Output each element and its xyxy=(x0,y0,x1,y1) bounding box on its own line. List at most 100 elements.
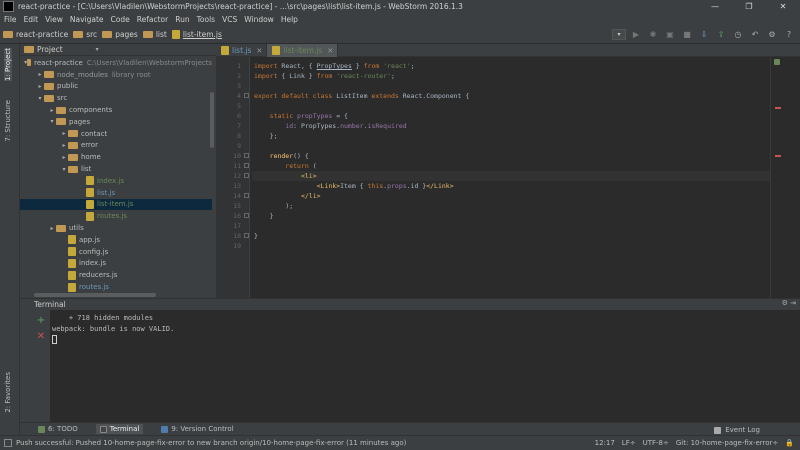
maximize-button[interactable]: ❐ xyxy=(732,0,766,13)
tree-folder-item[interactable]: ▾ pages xyxy=(20,116,212,128)
chevron-right-icon[interactable]: ▸ xyxy=(36,71,44,78)
menu-edit[interactable]: Edit xyxy=(24,15,39,24)
vcs-commit-icon[interactable]: ⇧ xyxy=(714,28,728,41)
editor-gutter[interactable]: 1 2 3 4 5 6 7 8 9 10 11 12 13 14 15 16 17 18 19 xyxy=(216,57,250,298)
tree-folder-item[interactable]: ▸ utils xyxy=(20,222,212,234)
menu-view[interactable]: View xyxy=(45,15,63,24)
status-toggle-icon[interactable] xyxy=(4,439,12,447)
fold-marker-icon[interactable] xyxy=(244,93,249,98)
tree-folder-item[interactable]: ▸ error xyxy=(20,140,212,152)
vcs-update-icon[interactable]: ⇩ xyxy=(697,28,711,41)
tree-file-item[interactable]: reducers.js xyxy=(20,269,212,281)
chevron-right-icon[interactable]: ▸ xyxy=(60,142,68,149)
fold-marker-icon[interactable] xyxy=(244,193,249,198)
vcs-revert-icon[interactable]: ↶ xyxy=(748,28,762,41)
fold-marker-icon[interactable] xyxy=(244,163,249,168)
tree-file-item[interactable]: routes.js xyxy=(20,281,212,293)
favorites-tool-tab[interactable]: 2: Favorites xyxy=(4,372,12,413)
project-panel-title[interactable]: Project xyxy=(37,45,63,54)
tree-folder-item[interactable]: ▾ react-practice C:\Users\Vladilen\Webstor… xyxy=(20,57,212,69)
chevron-down-icon[interactable]: ▾ xyxy=(60,166,68,173)
chevron-down-icon[interactable]: ▾ xyxy=(96,46,99,53)
tree-file-item[interactable]: app.js xyxy=(20,234,212,246)
run-icon[interactable]: ▶ xyxy=(629,28,643,41)
tree-folder-item[interactable]: ▾ src xyxy=(20,92,212,104)
menu-tools[interactable]: Tools xyxy=(197,15,215,24)
tab-terminal[interactable]: Terminal xyxy=(95,424,144,434)
vertical-scrollbar[interactable] xyxy=(210,92,214,148)
change-marker[interactable] xyxy=(775,155,781,157)
close-icon[interactable]: ✕ xyxy=(256,47,262,55)
tree-folder-item[interactable]: ▾ list xyxy=(20,163,212,175)
chevron-down-icon[interactable]: ▾ xyxy=(48,118,56,125)
fold-marker-icon[interactable] xyxy=(244,213,249,218)
breadcrumb-pages[interactable]: pages xyxy=(102,30,138,39)
folder-icon xyxy=(68,141,78,149)
breadcrumb-file[interactable]: list-item.js xyxy=(171,30,222,39)
breadcrumb-project[interactable]: react-practice xyxy=(3,30,68,39)
caret-position[interactable]: 12:17 xyxy=(595,439,615,447)
structure-tool-tab[interactable]: 7: Structure xyxy=(4,100,12,142)
fold-marker-icon[interactable] xyxy=(244,153,249,158)
tree-file-item[interactable]: index.js xyxy=(20,258,212,270)
chevron-right-icon[interactable]: ▸ xyxy=(48,107,56,114)
terminal-settings-icon[interactable]: ⚙ ⇥ xyxy=(782,299,796,307)
chevron-right-icon[interactable]: ▸ xyxy=(60,130,68,137)
help-icon[interactable]: ? xyxy=(782,28,796,41)
event-log-button[interactable]: Event Log xyxy=(714,426,760,434)
tree-folder-item[interactable]: ▸ public xyxy=(20,81,212,93)
horizontal-scrollbar[interactable] xyxy=(34,293,156,297)
close-icon[interactable]: ✕ xyxy=(327,47,333,55)
chevron-down-icon[interactable]: ▾ xyxy=(36,95,44,102)
code-editor[interactable]: import React, { PropTypes } from 'react'… xyxy=(252,57,770,298)
menu-code[interactable]: Code xyxy=(111,15,130,24)
new-session-icon[interactable]: + xyxy=(36,316,46,326)
tree-file-item[interactable]: config.js xyxy=(20,246,212,258)
menu-file[interactable]: File xyxy=(4,15,17,24)
inspection-ok-icon[interactable] xyxy=(774,59,780,65)
chevron-right-icon[interactable]: ▸ xyxy=(36,83,44,90)
tab-list-item-js[interactable]: list-item.js ✕ xyxy=(267,44,339,57)
tree-folder-item[interactable]: ▸ home xyxy=(20,151,212,163)
error-stripe[interactable] xyxy=(770,57,800,298)
tree-folder-item[interactable]: ▸ components xyxy=(20,104,212,116)
close-button[interactable]: ✕ xyxy=(766,0,800,13)
tree-file-item[interactable]: routes.js xyxy=(20,210,212,222)
line-separator[interactable]: LF÷ xyxy=(622,439,636,447)
tree-file-item[interactable]: index.js xyxy=(20,175,212,187)
chevron-right-icon[interactable]: ▸ xyxy=(48,225,56,232)
debug-icon[interactable]: ✱ xyxy=(646,28,660,41)
tab-version-control[interactable]: 9: Version Control xyxy=(161,425,234,433)
tree-folder-item[interactable]: ▸ node_modules library root xyxy=(20,69,212,81)
tree-file-item[interactable]: list-item.js xyxy=(20,198,212,211)
menu-window[interactable]: Window xyxy=(244,15,274,24)
run-config-dropdown[interactable]: ▾ xyxy=(612,29,626,40)
git-branch[interactable]: Git: 10-home-page-fix-error÷ xyxy=(676,439,778,447)
status-message[interactable]: Push successful: Pushed 10-home-page-fix… xyxy=(16,439,406,447)
settings-icon[interactable]: ⚙ xyxy=(765,28,779,41)
coverage-icon[interactable]: ▣ xyxy=(663,28,677,41)
minimize-button[interactable]: — xyxy=(698,0,732,13)
menu-help[interactable]: Help xyxy=(281,15,298,24)
tree-file-item[interactable]: list.js xyxy=(20,187,212,199)
menu-run[interactable]: Run xyxy=(175,15,189,24)
menu-navigate[interactable]: Navigate xyxy=(70,15,104,24)
chevron-right-icon[interactable]: ▸ xyxy=(60,154,68,161)
menu-refactor[interactable]: Refactor xyxy=(137,15,168,24)
tab-todo[interactable]: 6: TODO xyxy=(38,425,78,433)
lock-icon[interactable]: 🔒 xyxy=(785,439,794,447)
breadcrumb-src[interactable]: src xyxy=(73,30,97,39)
terminal-output[interactable]: + 718 hidden modules webpack: bundle is n… xyxy=(52,313,174,335)
file-encoding[interactable]: UTF-8÷ xyxy=(643,439,669,447)
change-marker[interactable] xyxy=(775,107,781,109)
vcs-history-icon[interactable]: ◷ xyxy=(731,28,745,41)
close-session-icon[interactable]: ✕ xyxy=(36,332,46,342)
fold-marker-icon[interactable] xyxy=(244,233,249,238)
project-tool-tab[interactable]: 1: Project xyxy=(4,48,12,81)
fold-marker-icon[interactable] xyxy=(244,173,249,178)
tree-folder-item[interactable]: ▸ contact xyxy=(20,128,212,140)
menu-vcs[interactable]: VCS xyxy=(222,15,237,24)
tab-list-js[interactable]: list.js ✕ xyxy=(216,44,268,57)
stop-icon[interactable]: ■ xyxy=(680,28,694,41)
breadcrumb-list[interactable]: list xyxy=(142,30,167,39)
